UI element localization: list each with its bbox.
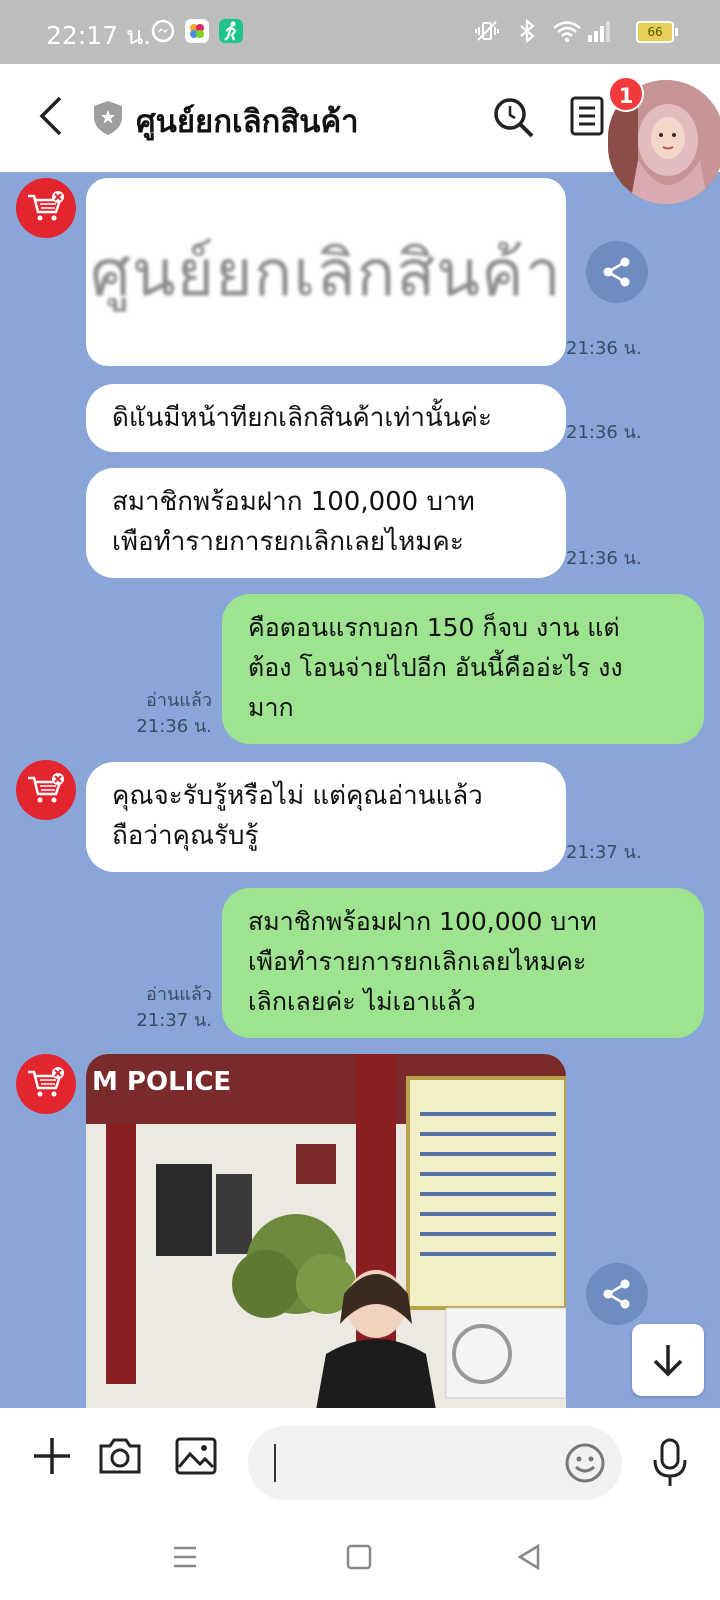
share-button[interactable] xyxy=(586,241,648,303)
bot-avatar[interactable] xyxy=(16,1054,76,1114)
status-time: 22:17 น. xyxy=(46,21,152,50)
bluetooth-icon xyxy=(520,18,535,44)
photo-sign-text: M POLICE xyxy=(92,1067,231,1097)
cart-cancel-icon xyxy=(28,773,64,803)
back-icon[interactable] xyxy=(36,94,68,138)
incoming-message: ดิแันมีหน้าทียกเลิกสินค้าเท่านั้นค่ะ xyxy=(86,384,566,452)
image-message-text: ศูนย์ยกเลิกสินค้า xyxy=(90,237,562,311)
incoming-message: คุณจะรับรู้หรือไม่ แต่คุณอ่านแล้ว ถือว่า… xyxy=(86,762,566,872)
share-icon xyxy=(603,257,630,287)
bot-avatar[interactable] xyxy=(16,760,76,820)
outgoing-message: สมาชิกพร้อมฝาก 100,000 บาท เพือทํารายการ… xyxy=(222,888,704,1038)
share-icon xyxy=(603,1279,630,1309)
home-nav-icon[interactable] xyxy=(346,1544,372,1570)
message-time: 21:37 น. xyxy=(566,842,642,863)
menu-nav-icon[interactable] xyxy=(172,1544,198,1570)
signal-icon xyxy=(588,21,610,42)
police-station-photo: M POLICE xyxy=(86,1054,566,1410)
emoji-icon[interactable] xyxy=(564,1442,606,1484)
arrow-down-icon xyxy=(653,1345,683,1377)
message-time: 21:36 น. xyxy=(566,548,642,569)
photo-message[interactable]: M POLICE xyxy=(86,1054,566,1410)
message-time: 21:36 น. xyxy=(566,422,642,443)
image-gallery-icon[interactable] xyxy=(174,1434,218,1478)
message-time: 21:37 น. xyxy=(136,1010,212,1031)
messenger-icon xyxy=(151,19,175,43)
battery-icon: 66 xyxy=(636,21,678,43)
plus-icon[interactable] xyxy=(30,1434,74,1478)
system-nav-bar xyxy=(0,1520,720,1600)
read-receipt: อ่านแล้ว xyxy=(146,984,212,1005)
camera-icon[interactable] xyxy=(98,1434,142,1478)
text-cursor xyxy=(274,1444,276,1482)
back-nav-icon[interactable] xyxy=(516,1544,542,1570)
image-message[interactable]: ศูนย์ยกเลิกสินค้า xyxy=(86,178,566,366)
notification-badge: 1 xyxy=(608,76,644,112)
read-receipt: อ่านแล้ว xyxy=(146,690,212,711)
search-icon[interactable] xyxy=(492,96,536,140)
incoming-message: สมาชิกพร้อมฝาก 100,000 บาท เพือทํารายการ… xyxy=(86,468,566,578)
cart-cancel-icon xyxy=(28,1067,64,1097)
cart-cancel-icon xyxy=(28,191,64,221)
photos-icon xyxy=(185,19,209,43)
status-bar: 22:17 น. 66 xyxy=(0,0,720,64)
fitness-icon xyxy=(219,19,243,43)
share-button[interactable] xyxy=(586,1263,648,1325)
microphone-icon[interactable] xyxy=(652,1438,688,1488)
shield-icon xyxy=(94,101,122,135)
page-title: ศูนย์ยกเลิกสินค้า xyxy=(136,104,359,140)
vibrate-icon xyxy=(475,21,499,41)
message-time: 21:36 น. xyxy=(136,716,212,737)
notes-icon[interactable] xyxy=(570,96,604,136)
bot-avatar[interactable] xyxy=(16,178,76,238)
message-input-bar xyxy=(0,1408,720,1520)
message-time: 21:36 น. xyxy=(566,338,642,359)
scroll-to-bottom-button[interactable] xyxy=(632,1324,704,1396)
wifi-icon xyxy=(553,21,581,43)
outgoing-message: คือตอนแรกบอก 150 ก็จบ งาน แต่ ต้อง โอนจ่… xyxy=(222,594,704,744)
